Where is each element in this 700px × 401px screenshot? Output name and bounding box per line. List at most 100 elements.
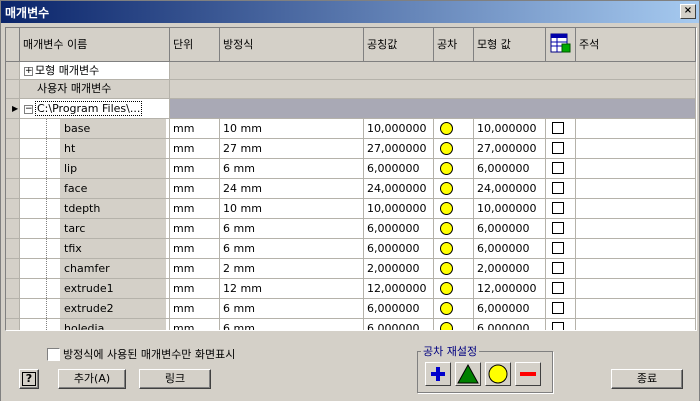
param-nominal-cell[interactable]: 10,000000 [364,119,434,139]
param-nominal-cell[interactable]: 6,000000 [364,219,434,239]
param-nominal-cell[interactable]: 12,000000 [364,279,434,299]
param-tolerance-cell[interactable] [434,299,474,319]
param-export-cell[interactable] [546,259,576,279]
param-name-cell[interactable]: base [20,119,170,139]
param-nominal-cell[interactable]: 6,000000 [364,319,434,330]
param-export-cell[interactable] [546,219,576,239]
column-header-unit[interactable]: 단위 [170,28,220,62]
param-tolerance-cell[interactable] [434,119,474,139]
param-comment-cell[interactable] [576,159,696,179]
param-comment-cell[interactable] [576,139,696,159]
param-comment-cell[interactable] [576,239,696,259]
param-equation-cell[interactable]: 10 mm [220,119,364,139]
median-tolerance-button[interactable] [455,362,481,386]
param-comment-cell[interactable] [576,119,696,139]
param-unit-cell[interactable]: mm [170,199,220,219]
param-name-cell[interactable]: face [20,179,170,199]
param-comment-cell[interactable] [576,179,696,199]
expand-icon[interactable]: + [24,66,33,76]
param-equation-cell[interactable]: 6 mm [220,219,364,239]
column-header-name[interactable]: 매개변수 이름 [20,28,170,62]
param-equation-cell[interactable]: 6 mm [220,299,364,319]
group-file-parameters[interactable]: − C:\Program Files\... [20,99,170,119]
nominal-tolerance-button[interactable] [485,362,511,386]
export-checkbox[interactable] [552,242,564,254]
link-button[interactable]: 링크 [139,369,211,389]
param-comment-cell[interactable] [576,279,696,299]
param-tolerance-cell[interactable] [434,319,474,330]
param-export-cell[interactable] [546,279,576,299]
param-tolerance-cell[interactable] [434,239,474,259]
export-checkbox[interactable] [552,302,564,314]
param-equation-cell[interactable]: 6 mm [220,319,364,330]
param-equation-cell[interactable]: 24 mm [220,179,364,199]
param-export-cell[interactable] [546,159,576,179]
export-checkbox[interactable] [552,162,564,174]
param-equation-cell[interactable]: 27 mm [220,139,364,159]
column-header-export[interactable] [546,28,576,62]
param-export-cell[interactable] [546,239,576,259]
param-unit-cell[interactable]: mm [170,259,220,279]
param-equation-cell[interactable]: 6 mm [220,159,364,179]
param-tolerance-cell[interactable] [434,179,474,199]
column-header-nominal[interactable]: 공칭값 [364,28,434,62]
param-nominal-cell[interactable]: 6,000000 [364,159,434,179]
param-tolerance-cell[interactable] [434,199,474,219]
param-tolerance-cell[interactable] [434,259,474,279]
param-name-cell[interactable]: ht [20,139,170,159]
param-unit-cell[interactable]: mm [170,219,220,239]
param-tolerance-cell[interactable] [434,279,474,299]
param-name-cell[interactable]: extrude1 [20,279,170,299]
param-name-cell[interactable]: tdepth [20,199,170,219]
export-checkbox[interactable] [552,222,564,234]
param-export-cell[interactable] [546,199,576,219]
export-checkbox[interactable] [552,182,564,194]
param-export-cell[interactable] [546,139,576,159]
filter-checkbox[interactable] [47,347,60,361]
export-checkbox[interactable] [552,322,564,330]
param-comment-cell[interactable] [576,199,696,219]
param-name-cell[interactable]: extrude2 [20,299,170,319]
param-export-cell[interactable] [546,299,576,319]
param-unit-cell[interactable]: mm [170,119,220,139]
param-equation-cell[interactable]: 6 mm [220,239,364,259]
param-tolerance-cell[interactable] [434,159,474,179]
param-unit-cell[interactable]: mm [170,179,220,199]
upper-tolerance-button[interactable] [425,362,451,386]
param-comment-cell[interactable] [576,219,696,239]
filter-checkbox-row[interactable]: 방정식에 사용된 매개변수만 화면표시 [47,346,235,362]
param-nominal-cell[interactable]: 24,000000 [364,179,434,199]
param-equation-cell[interactable]: 12 mm [220,279,364,299]
param-tolerance-cell[interactable] [434,139,474,159]
column-header-equation[interactable]: 방정식 [220,28,364,62]
close-window-button[interactable]: × [680,4,696,19]
param-tolerance-cell[interactable] [434,219,474,239]
column-header-model-value[interactable]: 모형 값 [474,28,546,62]
param-unit-cell[interactable]: mm [170,279,220,299]
param-name-cell[interactable]: holedia [20,319,170,330]
param-name-cell[interactable]: chamfer [20,259,170,279]
param-export-cell[interactable] [546,319,576,330]
param-unit-cell[interactable]: mm [170,139,220,159]
param-export-cell[interactable] [546,179,576,199]
export-checkbox[interactable] [552,262,564,274]
param-equation-cell[interactable]: 2 mm [220,259,364,279]
param-name-cell[interactable]: tarc [20,219,170,239]
param-nominal-cell[interactable]: 2,000000 [364,259,434,279]
param-comment-cell[interactable] [576,319,696,330]
group-user-parameters[interactable]: 사용자 매개변수 [20,80,170,99]
column-header-comment[interactable]: 주석 [576,28,696,62]
group-model-parameters[interactable]: + 모형 매개변수 [20,62,170,80]
param-unit-cell[interactable]: mm [170,239,220,259]
export-checkbox[interactable] [552,202,564,214]
param-name-cell[interactable]: lip [20,159,170,179]
param-comment-cell[interactable] [576,299,696,319]
param-equation-cell[interactable]: 10 mm [220,199,364,219]
export-checkbox[interactable] [552,142,564,154]
param-nominal-cell[interactable]: 6,000000 [364,299,434,319]
collapse-icon[interactable]: − [24,104,33,114]
param-nominal-cell[interactable]: 10,000000 [364,199,434,219]
param-name-cell[interactable]: tfix [20,239,170,259]
export-checkbox[interactable] [552,122,564,134]
param-unit-cell[interactable]: mm [170,299,220,319]
